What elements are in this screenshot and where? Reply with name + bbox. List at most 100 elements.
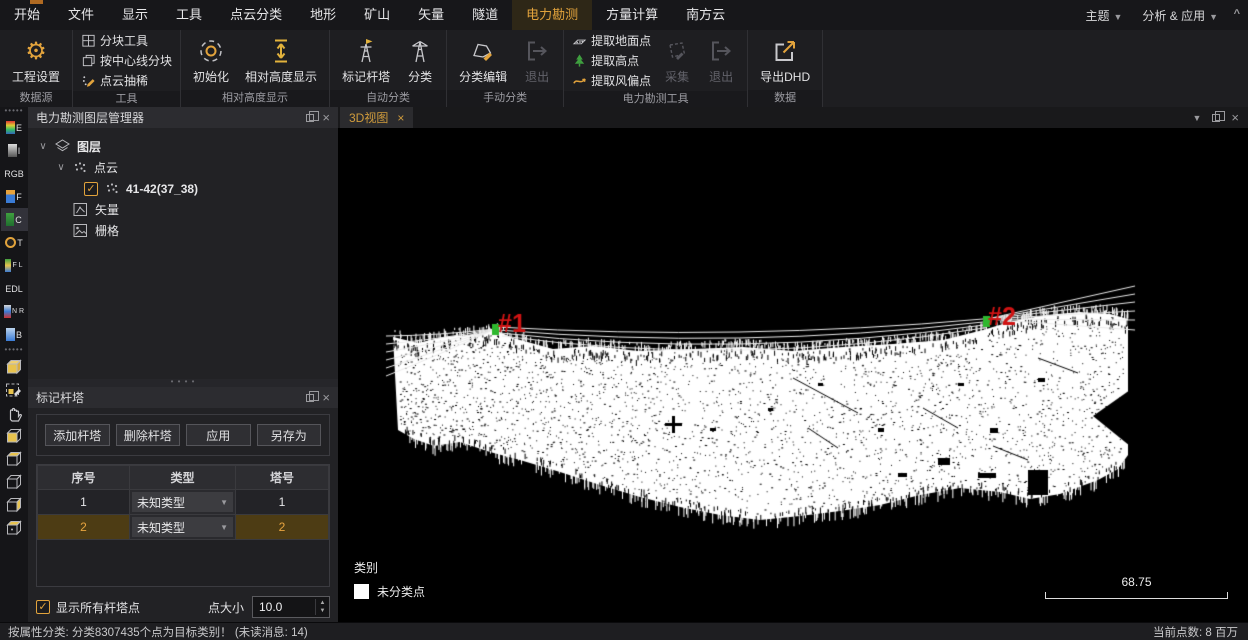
menu-item-power-survey[interactable]: 电力勘测	[512, 0, 592, 30]
table-row[interactable]: 1 未知类型▼ 1	[38, 490, 329, 515]
tab-3d-view[interactable]: 3D视图 ×	[340, 107, 413, 128]
save-as-button[interactable]: 另存为	[257, 424, 322, 446]
tab-list-dropdown-icon[interactable]: ▼	[1192, 113, 1201, 123]
pan-tool-button[interactable]	[1, 401, 28, 424]
solid-box-view-button[interactable]	[1, 355, 28, 378]
apply-button[interactable]: 应用	[186, 424, 251, 446]
layer-visibility-checkbox[interactable]: ✓	[84, 182, 98, 196]
flightline-icon	[5, 259, 11, 272]
drag-handle-icon[interactable]: •••••	[4, 107, 23, 116]
block-tool-button[interactable]: 分块工具	[81, 32, 172, 49]
layer-panel-header: 电力勘测图层管理器 ×	[28, 107, 338, 128]
point-size-spinner[interactable]: 10.0 ▲ ▼	[252, 596, 330, 618]
tower-type-select[interactable]: 未知类型▼	[132, 492, 233, 512]
ribbon-group-label: 数据源	[0, 90, 72, 107]
menu-item-tools[interactable]: 工具	[162, 0, 216, 30]
panel-splitter[interactable]: • • • •	[28, 379, 338, 387]
extract-ground-points-button[interactable]: 提取地面点	[572, 32, 651, 49]
close-view-icon[interactable]: ×	[1231, 113, 1239, 123]
menu-item-file[interactable]: 文件	[54, 0, 108, 30]
menu-item-vector[interactable]: 矢量	[404, 0, 458, 30]
cloud-thinning-button[interactable]: 点云抽稀	[81, 72, 172, 89]
spinner-down-icon[interactable]: ▼	[320, 607, 326, 615]
tree-node-vector[interactable]: 矢量	[28, 199, 338, 220]
col-header-no[interactable]: 序号	[38, 466, 130, 490]
fusion-icon	[6, 190, 15, 203]
ribbon-group-relative-height: 初始化 相对高度显示 相对高度显示	[181, 30, 330, 107]
close-tab-icon[interactable]: ×	[397, 111, 404, 125]
render-time-button[interactable]: T	[1, 231, 28, 254]
select-box-edit-button[interactable]	[1, 378, 28, 401]
view-front-button[interactable]	[1, 424, 28, 447]
render-rgb-button[interactable]: RGB	[1, 162, 28, 185]
layer-panel-title: 电力勘测图层管理器	[36, 109, 144, 126]
menu-item-terrain[interactable]: 地形	[296, 0, 350, 30]
tower-type-select[interactable]: 未知类型▼	[132, 517, 233, 537]
analysis-app-menu[interactable]: 分析 & 应用▼	[1142, 7, 1218, 24]
float-view-icon[interactable]	[1212, 114, 1220, 122]
legend-item-label: 未分类点	[377, 583, 425, 600]
float-panel-icon[interactable]	[306, 394, 314, 402]
extract-wind-offset-button[interactable]: 提取风偏点	[572, 72, 651, 89]
layers-icon	[54, 138, 71, 155]
tree-node-pointcloud[interactable]: ∨ 点云	[28, 157, 338, 178]
ground-points-icon	[572, 33, 587, 48]
view-right-button[interactable]	[1, 493, 28, 516]
chevron-expand-icon[interactable]: ∨	[38, 141, 48, 152]
close-panel-icon[interactable]: ×	[322, 393, 330, 403]
layer-tree: ∨ 图层 ∨ 点云 ✓ 41-42(37_38) 矢量 栅格	[28, 128, 338, 241]
render-elevation-button[interactable]: E	[1, 116, 28, 139]
spinner-up-icon[interactable]: ▲	[320, 599, 326, 607]
tree-node-layers[interactable]: ∨ 图层	[28, 136, 338, 157]
pointcloud-dots-icon	[104, 181, 120, 197]
exit-icon	[707, 36, 735, 66]
render-class-button[interactable]: C	[1, 208, 28, 231]
render-nr-button[interactable]: N R	[1, 300, 28, 323]
render-blend-button[interactable]: B	[1, 323, 28, 346]
extract-high-points-button[interactable]: 提取高点	[572, 52, 651, 69]
export-dhd-button[interactable]: 导出DHD	[756, 35, 814, 86]
vector-icon	[72, 201, 89, 218]
menu-item-cloud-classify[interactable]: 点云分类	[216, 0, 296, 30]
col-header-tower-no[interactable]: 塔号	[236, 466, 329, 490]
collapse-ribbon-icon[interactable]: ^	[1234, 8, 1240, 20]
class-color-swatch	[354, 584, 369, 599]
close-panel-icon[interactable]: ×	[322, 113, 330, 123]
classify-button[interactable]: 分类	[402, 35, 438, 86]
relative-height-display-button[interactable]: 相对高度显示	[241, 35, 321, 86]
view-iso-button[interactable]	[1, 470, 28, 493]
col-header-type[interactable]: 类型	[130, 466, 236, 490]
mark-tower-button[interactable]: 标记杆塔	[338, 35, 394, 86]
tower-buttons-box: 添加杆塔 删除杆塔 应用 另存为	[36, 414, 330, 456]
separator-dots: •••••	[4, 346, 23, 355]
menu-item-volume-calc[interactable]: 方量计算	[592, 0, 672, 30]
table-row-selected[interactable]: 2 未知类型▼ 2	[38, 515, 329, 540]
ribbon-group-auto-classify: 标记杆塔 分类 自动分类	[330, 30, 447, 107]
chevron-expand-icon[interactable]: ∨	[56, 162, 66, 173]
initialize-button[interactable]: 初始化	[189, 35, 233, 86]
render-fusion-button[interactable]: F	[1, 185, 28, 208]
theme-menu[interactable]: 主题▼	[1085, 7, 1122, 24]
view-top-button[interactable]	[1, 516, 28, 539]
centerline-block-button[interactable]: 按中心线分块	[81, 52, 172, 69]
show-all-towers-checkbox[interactable]: ✓	[36, 600, 50, 614]
delete-tower-button[interactable]: 删除杆塔	[116, 424, 181, 446]
menu-item-display[interactable]: 显示	[108, 0, 162, 30]
render-edl-button[interactable]: EDL	[1, 277, 28, 300]
project-settings-button[interactable]: ⚙ 工程设置	[8, 35, 64, 86]
point-cloud-canvas[interactable]	[338, 128, 1248, 622]
view-left-button[interactable]	[1, 447, 28, 470]
tree-node-raster[interactable]: 栅格	[28, 220, 338, 241]
tree-node-cloud-item[interactable]: ✓ 41-42(37_38)	[28, 178, 338, 199]
menu-item-tunnel[interactable]: 隧道	[458, 0, 512, 30]
add-tower-button[interactable]: 添加杆塔	[45, 424, 110, 446]
render-flightline-button[interactable]: F L	[1, 254, 28, 277]
menu-item-start[interactable]: 开始	[0, 0, 54, 30]
collect-button: 采集	[659, 35, 695, 86]
float-panel-icon[interactable]	[306, 114, 314, 122]
render-intensity-button[interactable]: I	[1, 139, 28, 162]
intensity-icon	[8, 144, 17, 157]
classify-edit-button[interactable]: 分类编辑	[455, 35, 511, 86]
menu-item-southern-cloud[interactable]: 南方云	[672, 0, 739, 30]
menu-item-mine[interactable]: 矿山	[350, 0, 404, 30]
